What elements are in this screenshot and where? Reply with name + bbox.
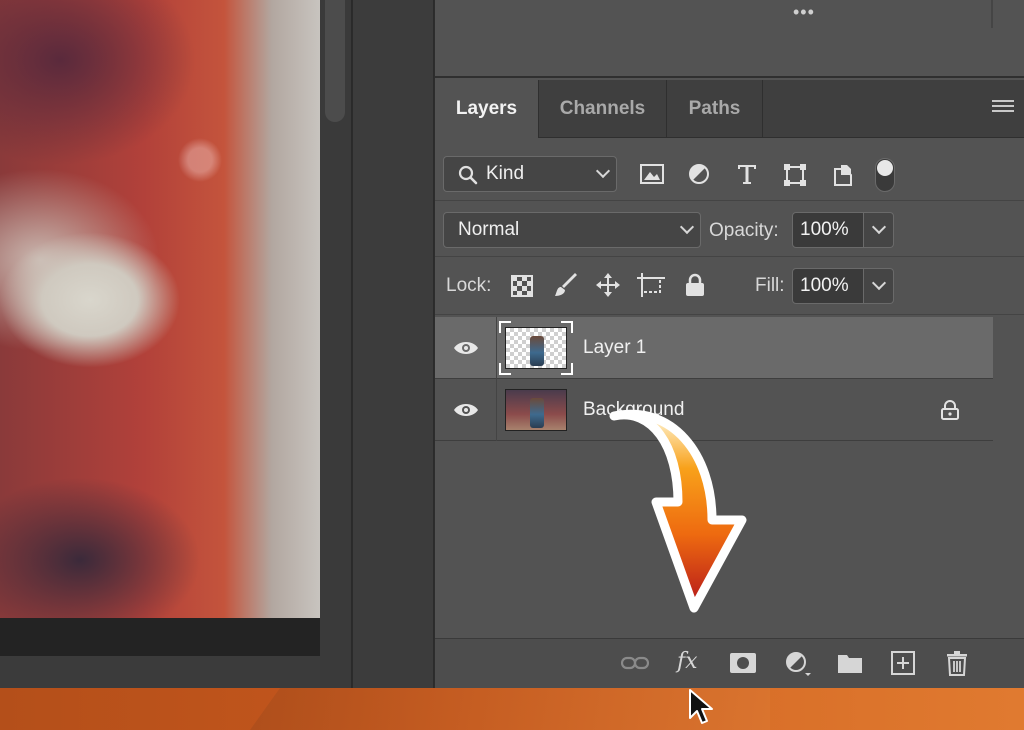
link-icon[interactable] bbox=[621, 656, 649, 670]
fill-dropdown-button[interactable] bbox=[864, 268, 894, 304]
visibility-toggle[interactable] bbox=[435, 379, 497, 441]
layer-thumbnail bbox=[505, 389, 567, 431]
image-filter-icon[interactable] bbox=[640, 164, 664, 184]
panel-tabs: Layers Channels Paths bbox=[435, 80, 1024, 138]
chevron-down-icon bbox=[595, 163, 611, 179]
layers-action-bar: fx bbox=[435, 638, 1024, 688]
new-layer-icon[interactable] bbox=[891, 651, 915, 675]
chevron-down-icon bbox=[679, 219, 695, 235]
type-filter-icon[interactable] bbox=[737, 163, 757, 185]
filter-row: Kind bbox=[435, 139, 1024, 201]
fx-icon[interactable]: fx bbox=[677, 649, 698, 674]
lock-artboard-icon[interactable] bbox=[637, 273, 665, 297]
lock-row: Lock: Fill: 100% bbox=[435, 257, 1024, 315]
tab-paths[interactable]: Paths bbox=[667, 80, 763, 138]
scrollbar-thumb[interactable] bbox=[325, 0, 345, 122]
opacity-label: Opacity: bbox=[709, 220, 779, 241]
panel-gutter bbox=[352, 0, 434, 688]
chevron-down-icon bbox=[871, 219, 887, 235]
chevron-down-icon bbox=[871, 275, 887, 291]
fill-input[interactable]: 100% bbox=[792, 268, 864, 304]
lock-all-icon[interactable] bbox=[685, 273, 705, 297]
shape-filter-icon[interactable] bbox=[783, 163, 807, 187]
search-icon bbox=[458, 165, 478, 185]
layer-thumbnail bbox=[505, 327, 567, 369]
selection-corner bbox=[499, 363, 511, 375]
opacity-dropdown-button[interactable] bbox=[864, 212, 894, 248]
eye-icon bbox=[454, 342, 478, 354]
upper-panel: ••• bbox=[435, 0, 1024, 78]
lock-label: Lock: bbox=[446, 275, 492, 296]
selection-corner bbox=[499, 321, 511, 333]
lock-position-icon[interactable] bbox=[595, 272, 621, 298]
visibility-toggle[interactable] bbox=[435, 317, 497, 379]
filter-kind-dropdown[interactable]: Kind bbox=[443, 156, 617, 192]
trash-icon[interactable] bbox=[946, 650, 968, 676]
layer-row-layer-1[interactable]: Layer 1 bbox=[435, 317, 993, 379]
document-canvas[interactable] bbox=[0, 0, 320, 618]
blend-mode-dropdown[interactable]: Normal bbox=[443, 212, 701, 248]
adjustment-layer-icon[interactable] bbox=[785, 651, 811, 677]
panel-menu-icon[interactable] bbox=[992, 100, 1014, 116]
layer-name[interactable]: Layer 1 bbox=[583, 317, 646, 379]
fill-label: Fill: bbox=[755, 275, 785, 296]
tab-channels[interactable]: Channels bbox=[539, 80, 667, 138]
tab-layers[interactable]: Layers bbox=[435, 80, 539, 138]
lock-pixels-icon[interactable] bbox=[511, 275, 533, 297]
more-options-icon[interactable]: ••• bbox=[793, 2, 815, 23]
blend-mode-value: Normal bbox=[458, 219, 520, 240]
opacity-input[interactable]: 100% bbox=[792, 212, 864, 248]
selection-corner bbox=[561, 363, 573, 375]
adjustment-filter-icon[interactable] bbox=[688, 163, 710, 185]
curved-arrow-icon bbox=[609, 409, 747, 613]
lock-paint-icon[interactable] bbox=[553, 273, 579, 299]
selection-corner bbox=[561, 321, 573, 333]
canvas-status-strip bbox=[0, 656, 352, 688]
blend-row: Normal Opacity: 100% bbox=[435, 201, 1024, 257]
filter-kind-label: Kind bbox=[486, 163, 525, 184]
folder-icon[interactable] bbox=[837, 652, 863, 674]
filter-toggle-icon[interactable] bbox=[875, 158, 895, 192]
eye-icon bbox=[454, 404, 478, 416]
smart-object-filter-icon[interactable] bbox=[833, 163, 853, 187]
upper-panel-scrollbar[interactable] bbox=[991, 0, 993, 28]
lock-icon[interactable] bbox=[941, 400, 959, 420]
canvas-pasteboard bbox=[0, 618, 320, 656]
mask-icon[interactable] bbox=[730, 653, 756, 673]
mouse-cursor-icon bbox=[689, 689, 713, 724]
